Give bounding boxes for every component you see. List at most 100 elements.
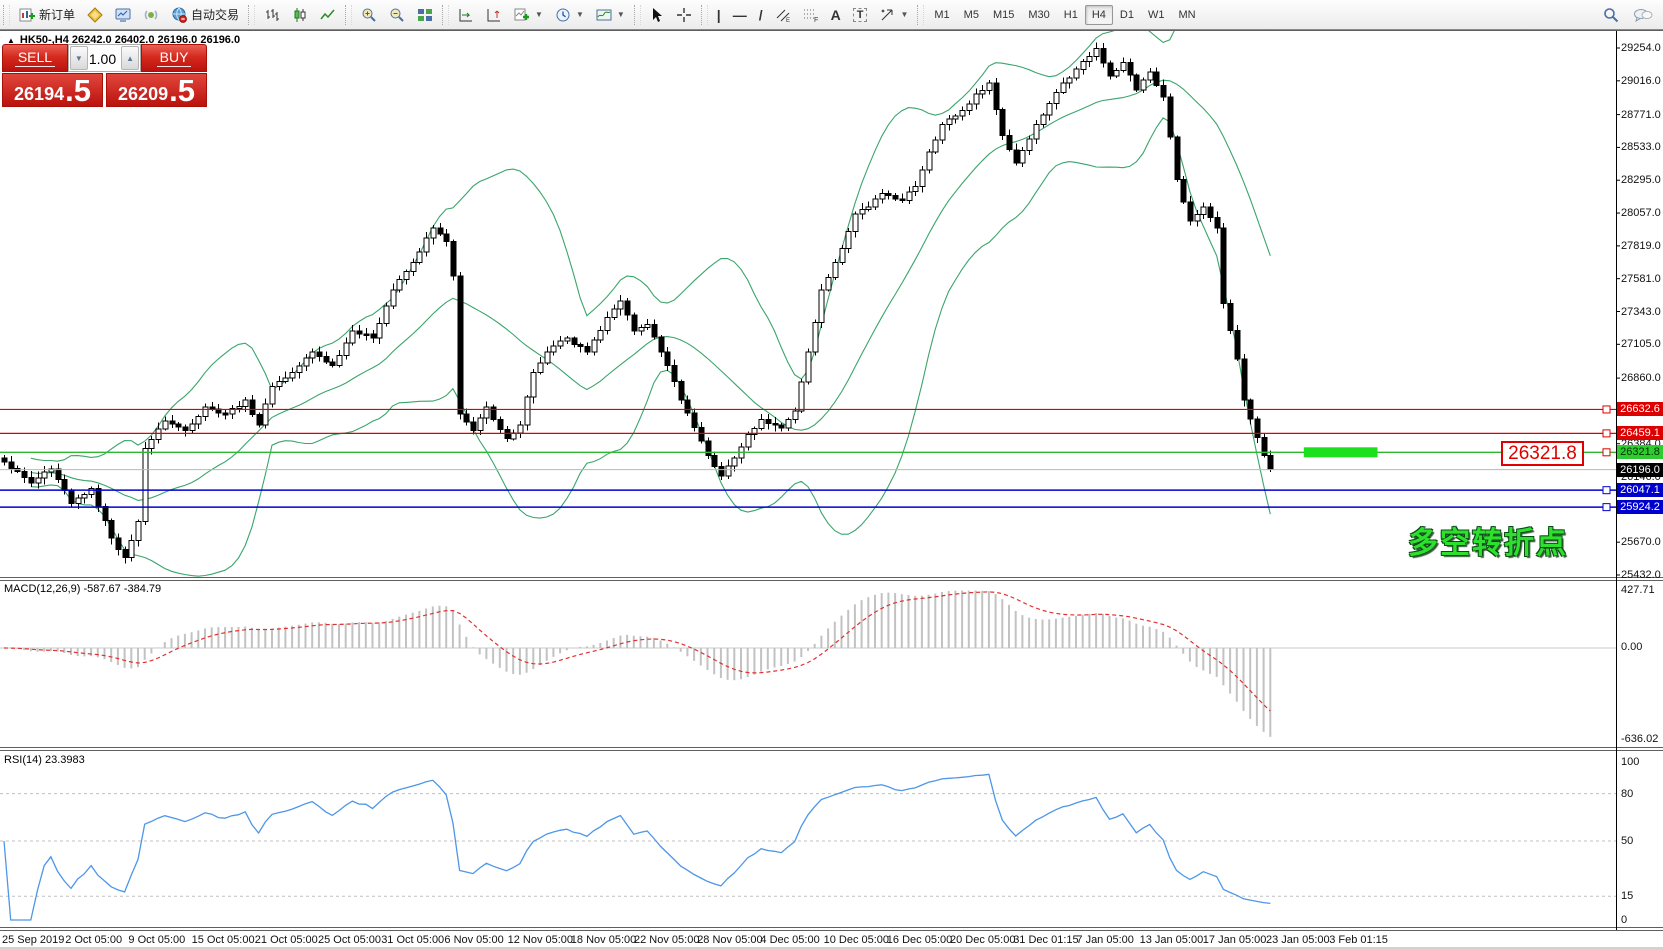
crosshair-tool-button[interactable]	[670, 1, 698, 29]
price-axis-tick: 25670.0	[1621, 536, 1661, 548]
indicators-button[interactable]: ▼	[508, 1, 549, 29]
volume-increase-button[interactable]: ▲	[121, 46, 139, 70]
equidistant-channel-icon: E	[775, 7, 791, 23]
label-tool-button[interactable]: T	[847, 1, 874, 29]
price-axis-tick: 28057.0	[1621, 207, 1661, 219]
chevron-up-icon: ▲	[126, 54, 134, 63]
fibonacci-icon: F	[803, 7, 819, 23]
bar-chart-type-button[interactable]	[258, 1, 286, 29]
market-watch-button[interactable]	[109, 1, 137, 29]
timeframe-d1-button[interactable]: D1	[1113, 5, 1141, 25]
timeframe-mn-button[interactable]: MN	[1171, 5, 1202, 25]
toolbar-grip	[442, 5, 449, 25]
sell-price-display[interactable]: 26194 .5	[2, 73, 103, 107]
date-axis-label: 10 Dec 05:00	[824, 934, 889, 946]
buy-button-label: BUY	[157, 49, 192, 67]
horizontal-line-tool-button[interactable]: —	[727, 1, 753, 29]
price-axis-tick: 29016.0	[1621, 75, 1661, 87]
auto-scroll-button[interactable]	[452, 1, 480, 29]
zoom-in-button[interactable]	[355, 1, 383, 29]
timeframe-m5-button[interactable]: M5	[957, 5, 986, 25]
volume-value[interactable]: 1.00	[89, 45, 120, 71]
one-click-trading-panel: SELL ▼ 1.00 ▲ BUY 26194 .5 26209 .5	[2, 44, 207, 107]
macd-scale-label: -636.02	[1621, 733, 1658, 745]
timeframe-m1-button[interactable]: M1	[927, 5, 956, 25]
price-chart-canvas[interactable]	[0, 29, 1663, 949]
trendline-tool-button[interactable]: /	[753, 1, 769, 29]
price-tag-pivot: 26321.8	[1617, 445, 1663, 459]
buy-button[interactable]: BUY	[141, 44, 207, 72]
line-chart-type-button[interactable]	[314, 1, 342, 29]
vertical-line-tool-button[interactable]: |	[711, 1, 727, 29]
timeframe-h4-button[interactable]: H4	[1085, 5, 1113, 25]
rsi-indicator-label: RSI(14) 23.3983	[4, 754, 85, 766]
candlestick-icon	[292, 7, 308, 23]
date-axis-label: 17 Jan 05:00	[1203, 934, 1267, 946]
timeframe-w1-button[interactable]: W1	[1141, 5, 1172, 25]
toolbar-grip	[917, 5, 924, 25]
tile-windows-button[interactable]	[411, 1, 439, 29]
timeframe-m15-button[interactable]: M15	[986, 5, 1021, 25]
price-axis-tick: 27819.0	[1621, 240, 1661, 252]
toolbar-grip	[701, 5, 708, 25]
price-axis-tick: 27343.0	[1621, 306, 1661, 318]
date-axis-label: 3 Feb 01:15	[1329, 934, 1388, 946]
arrows-tool-button[interactable]: ▼	[873, 1, 914, 29]
date-axis-label: 18 Nov 05:00	[571, 934, 636, 946]
chat-icon[interactable]	[1633, 7, 1653, 23]
sell-price-fraction: .5	[65, 79, 91, 103]
zoom-out-button[interactable]	[383, 1, 411, 29]
toolbar-grip	[634, 5, 641, 25]
template-icon	[596, 7, 612, 23]
date-axis-label: 23 Jan 05:00	[1266, 934, 1330, 946]
svg-text:E: E	[786, 18, 790, 23]
periods-button[interactable]: ▼	[549, 1, 590, 29]
auto-trading-button[interactable]: 自动交易	[165, 1, 245, 29]
auto-scroll-icon	[458, 7, 474, 23]
text-tool-button[interactable]: A	[825, 1, 847, 29]
volume-decrease-button[interactable]: ▼	[70, 46, 88, 70]
price-annotation-box[interactable]: 26321.8	[1501, 441, 1584, 466]
fibonacci-tool-button[interactable]: F	[797, 1, 825, 29]
chart-shift-button[interactable]	[480, 1, 508, 29]
price-axis-tick: 27581.0	[1621, 273, 1661, 285]
svg-text:F: F	[814, 17, 818, 23]
cursor-tool-button[interactable]	[644, 1, 670, 29]
buy-price-display[interactable]: 26209 .5	[106, 73, 207, 107]
date-axis-label: 2 Oct 05:00	[65, 934, 122, 946]
price-axis-tick: 28771.0	[1621, 109, 1661, 121]
rsi-scale-label: 15	[1621, 890, 1633, 902]
new-order-button[interactable]: 新订单	[13, 1, 81, 29]
sell-button[interactable]: SELL	[2, 44, 68, 72]
turning-point-annotation[interactable]: 多空转折点	[1408, 518, 1568, 562]
price-axis-tick: 28533.0	[1621, 141, 1661, 153]
profiles-icon	[87, 7, 103, 23]
timeframe-h1-button[interactable]: H1	[1057, 5, 1085, 25]
date-axis-label: 20 Dec 05:00	[950, 934, 1015, 946]
buy-price-fraction: .5	[169, 79, 195, 103]
chevron-down-icon: ▼	[617, 10, 625, 19]
cursor-icon	[650, 7, 664, 23]
buy-price-main: 26209	[118, 85, 168, 103]
toolbar-grip	[248, 5, 255, 25]
price-tag-current-price: 26196.0	[1617, 463, 1663, 477]
timeframe-m30-button[interactable]: M30	[1021, 5, 1056, 25]
signals-icon	[143, 7, 159, 23]
channel-tool-button[interactable]: E	[769, 1, 797, 29]
date-axis-label: 25 Oct 05:00	[318, 934, 381, 946]
signals-button[interactable]	[137, 1, 165, 29]
date-axis-label: 15 Oct 05:00	[192, 934, 255, 946]
candle-chart-type-button[interactable]	[286, 1, 314, 29]
toolbar-grip	[3, 5, 10, 25]
date-axis-label: 31 Oct 05:00	[381, 934, 444, 946]
profiles-button[interactable]	[81, 1, 109, 29]
date-axis-label: 22 Nov 05:00	[634, 934, 699, 946]
templates-button[interactable]: ▼	[590, 1, 631, 29]
chevron-down-icon: ▼	[75, 54, 83, 63]
price-tag-support: 26047.1	[1617, 483, 1663, 497]
zoom-in-icon	[361, 7, 377, 23]
vertical-line-icon: |	[717, 7, 721, 23]
macd-indicator-label: MACD(12,26,9) -587.67 -384.79	[4, 583, 161, 595]
arrow-objects-icon	[879, 7, 895, 23]
search-icon[interactable]	[1603, 7, 1619, 23]
